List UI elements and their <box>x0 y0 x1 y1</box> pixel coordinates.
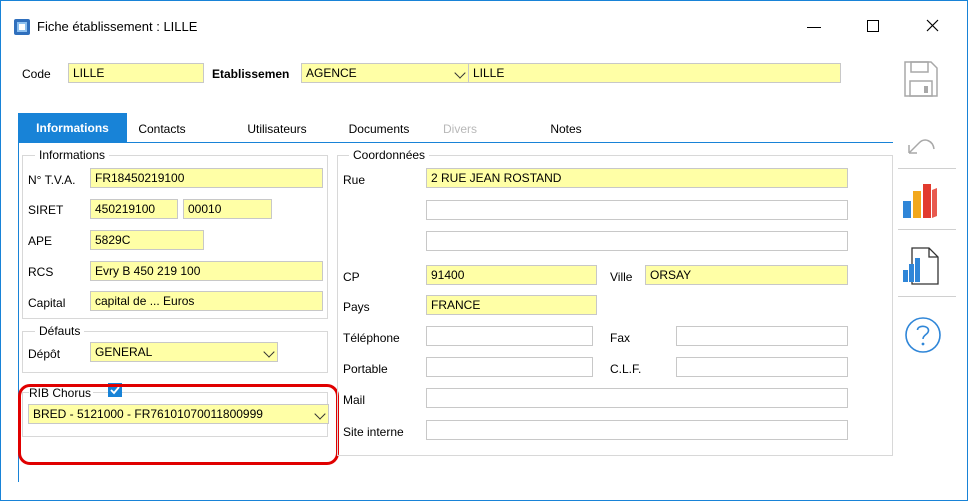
tab-label: Notes <box>550 122 582 136</box>
telephone-label: Téléphone <box>343 331 400 345</box>
fax-field[interactable] <box>676 326 848 346</box>
coordonnees-group-title: Coordonnées <box>349 148 430 162</box>
tab-label: Contacts <box>138 122 186 136</box>
rcs-label: RCS <box>28 265 54 279</box>
tab-contacts[interactable]: Contacts <box>127 117 197 141</box>
ville-label: Ville <box>610 270 633 284</box>
pays-label: Pays <box>343 300 370 314</box>
undo-button[interactable] <box>901 123 941 163</box>
save-button[interactable] <box>901 59 941 99</box>
capital-field[interactable]: capital de ... Euros <box>90 291 323 311</box>
highlight-annotation <box>18 384 339 465</box>
clf-field[interactable] <box>676 357 848 377</box>
tab-notes[interactable]: Notes <box>531 117 601 141</box>
portable-label: Portable <box>343 362 388 376</box>
tab-label: Utilisateurs <box>247 122 307 136</box>
help-icon <box>905 317 941 353</box>
rue-field-2[interactable] <box>426 200 848 220</box>
etablissement-select-value: AGENCE <box>306 66 357 80</box>
rue-field-1[interactable]: 2 RUE JEAN ROSTAND <box>426 168 848 188</box>
toolbar-divider <box>898 229 956 230</box>
tab-utilisateurs[interactable]: Utilisateurs <box>227 117 327 141</box>
minimize-button[interactable] <box>807 27 821 28</box>
window-title: Fiche établissement : LILLE <box>37 19 198 34</box>
toolbar-divider <box>898 296 956 297</box>
cp-field[interactable]: 91400 <box>426 265 597 285</box>
tab-label: Documents <box>348 122 410 136</box>
window: Fiche établissement : LILLE Code LILLE E… <box>0 0 968 501</box>
code-label: Code <box>22 67 51 81</box>
site-interne-field[interactable] <box>426 420 848 440</box>
telephone-field[interactable] <box>426 326 593 346</box>
undo-icon <box>908 139 935 154</box>
chevron-down-icon <box>454 67 466 79</box>
close-button[interactable] <box>926 19 939 32</box>
siret-suffix-field[interactable]: 00010 <box>183 199 272 219</box>
chevron-down-icon <box>263 346 275 358</box>
chart-button[interactable] <box>901 181 941 221</box>
mail-label: Mail <box>343 393 366 407</box>
siret-label: SIRET <box>28 203 64 217</box>
save-icon <box>904 61 938 97</box>
site-interne-label: Site interne <box>343 425 404 439</box>
rcs-field[interactable]: Evry B 450 219 100 <box>90 261 323 281</box>
tab-documents[interactable]: Documents <box>331 117 427 141</box>
informations-group-title: Informations <box>35 148 110 162</box>
rue-field-3[interactable] <box>426 231 848 251</box>
depot-label: Dépôt <box>28 347 61 361</box>
pays-field[interactable]: FRANCE <box>426 295 597 315</box>
tab-informations[interactable]: Informations <box>18 113 127 143</box>
help-button[interactable] <box>903 315 943 355</box>
etablissement-select[interactable]: AGENCE <box>301 63 469 83</box>
etablissement-name-field[interactable]: LILLE <box>468 63 841 83</box>
code-field[interactable]: LILLE <box>68 63 204 83</box>
cp-label: CP <box>343 270 360 284</box>
fax-label: Fax <box>610 331 631 345</box>
tva-label: N° T.V.A. <box>28 173 76 187</box>
ville-field[interactable]: ORSAY <box>645 265 848 285</box>
report-button[interactable] <box>901 246 941 286</box>
portable-field[interactable] <box>426 357 593 377</box>
title-bar: Fiche établissement : LILLE <box>1 1 967 45</box>
tab-label: Informations <box>36 121 109 135</box>
ape-label: APE <box>28 234 53 248</box>
app-icon <box>14 19 30 35</box>
capital-label: Capital <box>28 296 66 310</box>
mail-field[interactable] <box>426 388 848 408</box>
maximize-button[interactable] <box>867 20 879 32</box>
chart-icon <box>903 184 937 218</box>
ape-field[interactable]: 5829C <box>90 230 204 250</box>
etablissement-label: Etablissemen <box>212 67 290 81</box>
depot-select-value: GENERAL <box>95 345 153 359</box>
tab-label: Divers <box>442 122 477 136</box>
report-icon <box>903 247 939 285</box>
rue-label: Rue <box>343 173 366 187</box>
tva-field[interactable]: FR18450219100 <box>90 168 323 188</box>
depot-select[interactable]: GENERAL <box>90 342 278 362</box>
siret-field[interactable]: 450219100 <box>90 199 178 219</box>
toolbar-divider <box>898 168 956 169</box>
clf-label: C.L.F. <box>610 362 642 376</box>
defauts-group-title: Défauts <box>35 324 85 338</box>
tab-divers: Divers <box>429 117 491 141</box>
